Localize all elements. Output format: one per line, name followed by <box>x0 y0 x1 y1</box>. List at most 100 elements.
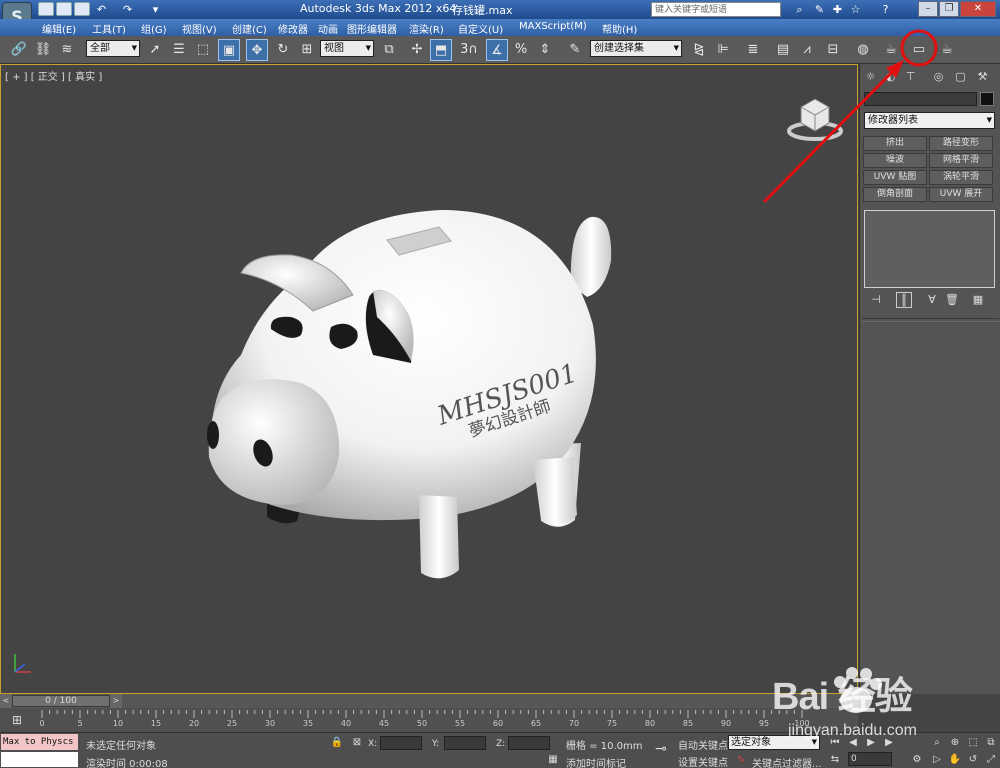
prev-frame-icon[interactable]: ◀ <box>846 736 860 750</box>
zoom-extents-all-icon[interactable]: ⧉ <box>984 736 998 750</box>
render-production-icon[interactable]: ☕ <box>936 39 958 61</box>
bind-space-warp-icon[interactable]: ≋ <box>56 39 78 61</box>
key-icon[interactable]: ⊸ <box>650 742 672 756</box>
remove-modifier-icon[interactable]: 🗑 <box>944 292 960 308</box>
select-scale-icon[interactable]: ⊞ <box>296 39 318 61</box>
maximize-viewport-icon[interactable]: ⤢ <box>984 753 998 767</box>
binoculars-icon[interactable]: ⌕ <box>792 2 807 17</box>
layer-manager-icon[interactable]: ≣ <box>742 39 764 61</box>
menu-views[interactable]: 视图(V) <box>182 21 217 36</box>
curve-editor-icon[interactable]: ⩘ <box>796 39 818 61</box>
modifier-noise-button[interactable]: 噪波 <box>863 153 927 168</box>
display-tab-icon[interactable]: ▢ <box>952 68 969 85</box>
object-name-field[interactable] <box>864 92 977 106</box>
zoom-extents-icon[interactable]: ⬚ <box>966 736 980 750</box>
modifier-path-deform-button[interactable]: 路径变形 <box>929 136 993 151</box>
time-tag-icon[interactable]: ▦ <box>546 753 560 767</box>
next-frame-icon[interactable]: ▶ <box>882 736 896 750</box>
time-slider-prev-icon[interactable]: < <box>0 694 12 708</box>
menu-graph-editors[interactable]: 图形编辑器 <box>347 21 397 36</box>
menu-animation[interactable]: 动画 <box>318 21 338 36</box>
mini-curve-editor-icon[interactable]: ⊞ <box>2 710 32 730</box>
selection-filter-dropdown[interactable]: 全部 <box>86 40 140 57</box>
time-slider[interactable]: < 0 / 100 > <box>0 694 858 708</box>
y-coord-field[interactable] <box>444 736 486 750</box>
time-slider-next-icon[interactable]: > <box>110 694 122 708</box>
perspective-viewport[interactable]: [ + ] [ 正交 ] [ 真实 ] MHSJS001 夢幻設計師 <box>0 64 858 694</box>
align-icon[interactable]: ⊫ <box>712 39 734 61</box>
link-icon[interactable]: 🔗 <box>8 39 30 61</box>
pin-stack-icon[interactable]: ⊣ <box>868 292 884 308</box>
hierarchy-tab-icon[interactable]: ⊤ <box>902 68 919 85</box>
set-key-button[interactable]: 设置关键点 <box>678 754 728 768</box>
modifier-list-dropdown[interactable]: 修改器列表 <box>864 112 995 129</box>
maxscript-output-field[interactable] <box>1 752 78 767</box>
help-icon[interactable]: ? <box>878 2 893 17</box>
select-move-icon[interactable]: ✥ <box>246 39 268 61</box>
modifier-extrude-button[interactable]: 挤出 <box>863 136 927 151</box>
select-object-icon[interactable]: ➚ <box>144 39 166 61</box>
menu-help[interactable]: 帮助(H) <box>602 21 637 36</box>
zoom-icon[interactable]: ⌕ <box>930 736 944 750</box>
schematic-view-icon[interactable]: ⊟ <box>822 39 844 61</box>
configure-modifier-sets-icon[interactable]: ▦ <box>970 292 986 308</box>
current-frame-field[interactable]: 0 <box>848 752 892 766</box>
absolute-mode-icon[interactable]: ⊠ <box>350 736 364 750</box>
window-crossing-icon[interactable]: ▣ <box>218 39 240 61</box>
time-slider-thumb[interactable]: 0 / 100 <box>12 695 110 707</box>
track-bar[interactable]: ⊞ 0 5 10 15 20 25 30 35 40 45 50 55 60 65 70 75 80 85 90 95… <box>0 708 858 732</box>
auto-key-button[interactable]: 自动关键点 <box>678 737 728 752</box>
spinner-snap-icon[interactable]: ⇕ <box>534 39 556 61</box>
quick-access-dropdown-icon[interactable]: ▾ <box>148 2 163 17</box>
z-coord-field[interactable] <box>508 736 550 750</box>
modifier-unwrap-uvw-button[interactable]: UVW 展开 <box>929 187 993 202</box>
unlink-icon[interactable]: ⛓ <box>32 39 54 61</box>
percent-snap-icon[interactable]: % <box>510 39 532 61</box>
select-rotate-icon[interactable]: ↻ <box>272 39 294 61</box>
menu-create[interactable]: 创建(C) <box>232 21 267 36</box>
material-editor-icon[interactable]: ◍ <box>852 39 874 61</box>
zoom-all-icon[interactable]: ⊕ <box>948 736 962 750</box>
make-unique-icon[interactable]: ∀ <box>924 292 940 308</box>
search-input[interactable]: 键入关键字或短语 <box>651 2 781 17</box>
favorites-icon[interactable]: ☆ <box>848 2 863 17</box>
pivot-center-icon[interactable]: ⧉ <box>378 39 400 61</box>
x-coord-field[interactable] <box>380 736 422 750</box>
rect-selection-icon[interactable]: ⬚ <box>192 39 214 61</box>
select-by-name-icon[interactable]: ☰ <box>168 39 190 61</box>
add-time-tag[interactable]: 添加时间标记 <box>566 755 626 768</box>
field-of-view-icon[interactable]: ▷ <box>930 753 944 767</box>
menu-rendering[interactable]: 渲染(R) <box>409 21 444 36</box>
modifier-uvw-map-button[interactable]: UVW 贴图 <box>863 170 927 185</box>
angle-snap-icon[interactable]: ∡ <box>486 39 508 61</box>
pan-view-icon[interactable]: ✋ <box>948 753 962 767</box>
lock-selection-icon[interactable]: 🔒 <box>330 736 344 750</box>
key-mode-toggle-icon[interactable]: ⇆ <box>828 753 842 767</box>
maxscript-listener-field[interactable]: Max to Physcs ( <box>1 734 78 750</box>
modifier-turbosmooth-button[interactable]: 涡轮平滑 <box>929 170 993 185</box>
object-color-swatch[interactable] <box>980 92 994 106</box>
create-tab-icon[interactable]: ☼ <box>862 68 879 85</box>
key-filters-button[interactable]: 关键点过滤器... <box>752 755 822 768</box>
new-file-icon[interactable] <box>38 2 54 16</box>
play-icon[interactable]: ▶ <box>864 736 878 750</box>
save-file-icon[interactable] <box>74 2 90 16</box>
modify-tab-icon[interactable]: ◐ <box>882 68 899 85</box>
communication-icon[interactable]: ✚ <box>830 2 845 17</box>
show-end-result-icon[interactable]: ║ <box>896 292 912 308</box>
render-setup-icon[interactable]: ☕ <box>880 39 902 61</box>
redo-icon[interactable]: ↷ <box>120 2 135 17</box>
key-filters-icon[interactable]: ∿ <box>734 753 748 767</box>
keyboard-shortcut-override-icon[interactable]: ⬒ <box>430 39 452 61</box>
close-button[interactable]: ✕ <box>960 1 996 17</box>
piggy-bank-model[interactable]: MHSJS001 夢幻設計師 <box>1 65 859 695</box>
modifier-stack-view[interactable] <box>864 210 995 288</box>
time-config-icon[interactable]: ⚙ <box>910 753 924 767</box>
graphite-modeling-icon[interactable]: ▤ <box>772 39 794 61</box>
minimize-button[interactable]: – <box>918 1 938 17</box>
menu-edit[interactable]: 编辑(E) <box>42 21 76 36</box>
edit-named-selection-icon[interactable]: ✎ <box>564 39 586 61</box>
key-mode-dropdown[interactable]: 选定对象 <box>728 735 820 750</box>
modifier-meshsmooth-button[interactable]: 网格平滑 <box>929 153 993 168</box>
modifier-bevel-profile-button[interactable]: 倒角剖面 <box>863 187 927 202</box>
